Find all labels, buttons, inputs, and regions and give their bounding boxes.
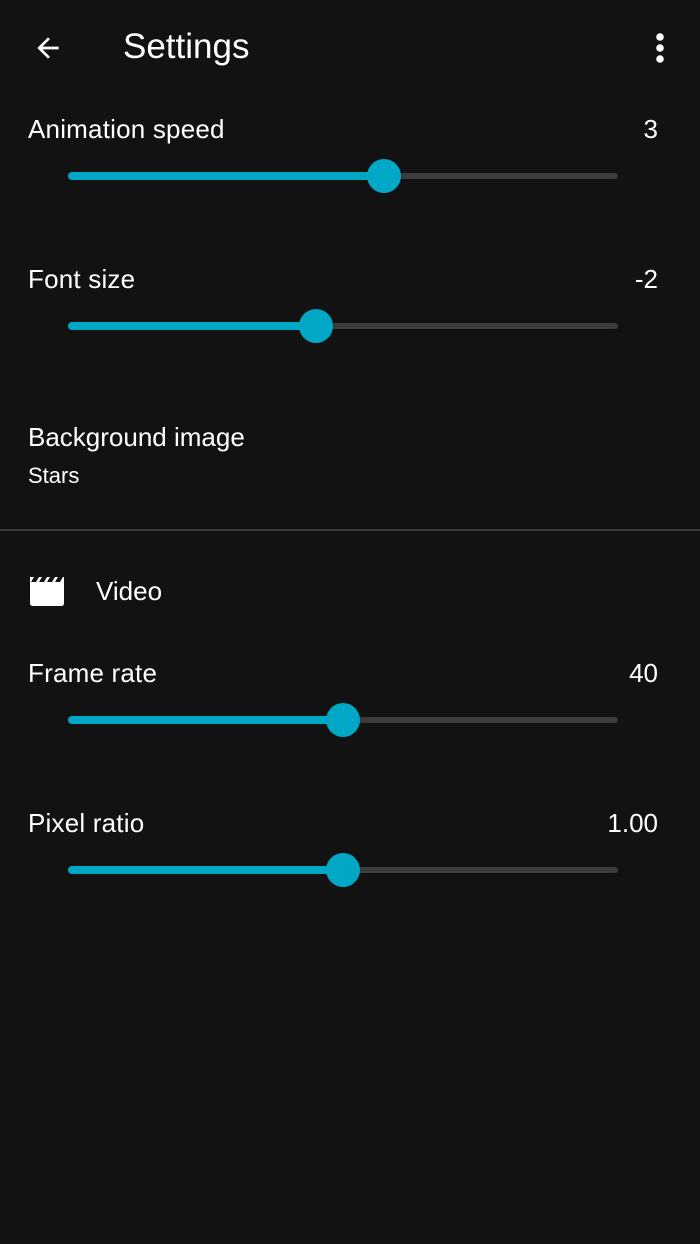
clapperboard-icon: [30, 577, 64, 606]
slider-thumb[interactable]: [367, 159, 402, 193]
section-divider: [0, 529, 700, 531]
slider-thumb[interactable]: [326, 703, 360, 737]
background-image-title: Background image: [28, 422, 245, 452]
frame-rate-preference: Frame rate 40: [0, 656, 700, 806]
background-image-preference[interactable]: Background image Stars: [0, 410, 700, 510]
font-size-value: -2: [634, 264, 658, 294]
font-size-label: Font size: [28, 264, 136, 294]
slider-active-track: [68, 322, 316, 330]
slider-active-track: [68, 716, 343, 724]
font-size-preference: Font size -2: [0, 262, 700, 412]
animation-speed-label: Animation speed: [28, 114, 225, 144]
background-image-summary: Stars: [28, 463, 80, 488]
slider-thumb[interactable]: [298, 309, 333, 343]
slider-active-track: [68, 866, 343, 874]
slider-thumb[interactable]: [326, 853, 360, 887]
font-size-slider[interactable]: [60, 306, 626, 346]
animation-speed-slider[interactable]: [60, 156, 626, 196]
overflow-menu-button[interactable]: [632, 20, 688, 76]
top-app-bar: Settings: [0, 0, 700, 96]
back-button[interactable]: [20, 20, 76, 76]
pixel-ratio-slider[interactable]: [60, 850, 626, 890]
frame-rate-slider[interactable]: [60, 700, 626, 740]
video-category-title: Video: [96, 576, 163, 606]
pixel-ratio-value: 1.00: [607, 808, 658, 838]
more-vertical-icon: [656, 33, 664, 63]
video-category-header: Video: [0, 560, 700, 620]
pixel-ratio-label: Pixel ratio: [28, 808, 145, 838]
animation-speed-preference: Animation speed 3: [0, 112, 700, 262]
settings-screen: Settings Animation speed 3 Font size -2: [0, 0, 700, 1244]
frame-rate-value: 40: [629, 658, 658, 688]
frame-rate-label: Frame rate: [28, 658, 158, 688]
pixel-ratio-preference: Pixel ratio 1.00: [0, 806, 700, 956]
page-title: Settings: [123, 27, 250, 66]
animation-speed-value: 3: [643, 114, 658, 144]
slider-active-track: [68, 172, 385, 180]
arrow-left-icon: [37, 37, 59, 59]
